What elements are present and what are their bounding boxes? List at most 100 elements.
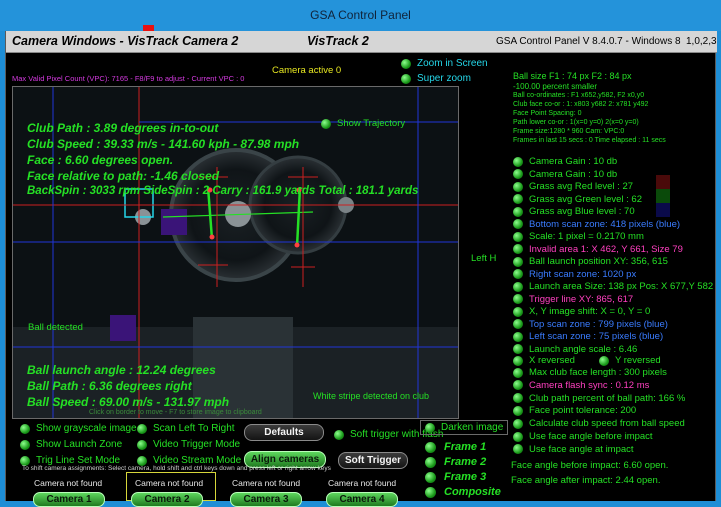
- left-h-label: Left H: [471, 253, 497, 264]
- setting-item[interactable]: Ball launch position XY: 356, 615: [513, 256, 668, 267]
- super-zoom-label: Super zoom: [417, 73, 471, 84]
- camera-active-status: Camera active 0: [272, 65, 342, 76]
- setting-item[interactable]: Launch area Size: 138 px Pos: X 677,Y 58…: [513, 281, 713, 292]
- setting-item[interactable]: Grass avg Green level : 62: [513, 194, 642, 205]
- blue-swatch: [656, 203, 670, 217]
- ball-size-info: Ball size F1 : 74 px F2 : 84 px: [513, 71, 632, 81]
- setting-label: Launch angle scale : 6.46: [529, 343, 638, 355]
- face-point-spacing-info: Face Point Spacing: 0: [513, 110, 582, 117]
- video-trigger-mode-option[interactable]: Video Trigger Mode: [137, 439, 240, 450]
- setting-label: Ball launch position XY: 356, 615: [529, 256, 668, 267]
- ball-path-readout: Ball Path : 6.36 degrees right: [27, 379, 192, 393]
- show-trajectory-radio-icon: [321, 118, 331, 129]
- setting-radio-icon: [513, 269, 523, 279]
- vpc-status: Max Valid Pixel Count (VPC): 7165 - F8/F…: [12, 74, 245, 83]
- setting-item[interactable]: Left scan zone : 75 pixels (blue): [513, 331, 663, 342]
- show-grayscale-label: Show grayscale image: [36, 423, 137, 434]
- setting-item[interactable]: Grass avg Blue level : 70: [513, 206, 635, 217]
- camera-view[interactable]: Show Trajectory Club Path : 3.89 degrees…: [12, 86, 459, 419]
- setting-item[interactable]: Grass avg Red level : 27: [513, 181, 633, 192]
- show-grayscale-option[interactable]: Show grayscale image: [20, 423, 137, 434]
- club-path-readout: Club Path : 3.89 degrees in-to-out: [27, 121, 219, 135]
- y-reversed-radio-icon[interactable]: [598, 355, 609, 366]
- show-trajectory-label: Show Trajectory: [337, 118, 406, 129]
- setting-item[interactable]: Camera flash sync : 0.12 ms: [513, 380, 649, 391]
- setting-label: Use face angle before impact: [529, 431, 653, 442]
- setting-item[interactable]: Max club face length : 300 pixels: [513, 367, 667, 378]
- setting-radio-icon: [513, 244, 523, 254]
- ball-detected-label: Ball detected: [28, 322, 83, 333]
- camera-4-button[interactable]: Camera 4: [326, 492, 398, 507]
- setting-radio-icon: [513, 281, 523, 292]
- setting-item[interactable]: Launch angle scale : 6.46: [513, 344, 637, 355]
- camera-3-status: Camera not found: [232, 478, 301, 488]
- x-reversed-radio-icon: [513, 355, 523, 366]
- ball-speed-readout: Ball Speed : 69.00 m/s - 131.97 mph: [27, 395, 230, 409]
- setting-label: Invalid area 1: X 462, Y 661, Size 79: [529, 243, 683, 255]
- zoom-in-screen-label: Zoom in Screen: [417, 58, 488, 69]
- setting-radio-icon: [513, 444, 523, 455]
- setting-label: Grass avg Green level : 62: [529, 193, 642, 205]
- frame-3-option[interactable]: Frame 3: [425, 471, 486, 483]
- setting-item[interactable]: Trigger line XY: 865, 617: [513, 294, 633, 305]
- y-reversed-label: Y reversed: [614, 355, 661, 366]
- setting-item[interactable]: Bottom scan zone: 418 pixels (blue): [513, 219, 680, 230]
- setting-label: Use face angle at impact: [529, 443, 634, 455]
- setting-radio-icon: [513, 206, 523, 217]
- red-swatch: [656, 175, 670, 189]
- setting-item[interactable]: Camera Gain : 10 db: [513, 156, 617, 167]
- setting-item[interactable]: Club path percent of ball path: 166 %: [513, 393, 685, 404]
- setting-label: Max club face length : 300 pixels: [529, 367, 667, 378]
- super-zoom-option[interactable]: Super zoom: [401, 73, 471, 84]
- video-stream-mode-radio-icon: [137, 455, 147, 466]
- setting-radio-icon: [513, 380, 523, 391]
- setting-item[interactable]: Right scan zone: 1020 px: [513, 269, 636, 280]
- show-launch-zone-option[interactable]: Show Launch Zone: [20, 439, 122, 450]
- composite-radio-icon: [425, 486, 436, 498]
- setting-radio-icon: [513, 156, 523, 167]
- setting-label: Right scan zone: 1020 px: [529, 268, 637, 280]
- setting-item[interactable]: Camera Gain : 10 db: [513, 169, 617, 180]
- setting-radio-icon: [513, 418, 523, 429]
- zoom-in-screen-radio-icon: [401, 58, 411, 69]
- setting-radio-icon: [513, 393, 523, 404]
- soft-trigger-button[interactable]: Soft Trigger: [338, 452, 408, 469]
- window-titlebar[interactable]: GSA Control Panel: [0, 0, 721, 36]
- setting-label: Face point tolerance: 200: [529, 405, 637, 417]
- setting-item[interactable]: Face point tolerance: 200: [513, 405, 636, 416]
- frame-1-label: Frame 1: [444, 441, 487, 453]
- ball-coordinates-info: Ball co-ordinates : F1 x652,y582, F2 x0,…: [513, 92, 645, 99]
- x-reversed-label: X reversed: [529, 355, 575, 366]
- frame-1-option[interactable]: Frame 1: [425, 441, 486, 453]
- composite-option[interactable]: Composite: [425, 486, 501, 498]
- zoom-in-screen-option[interactable]: Zoom in Screen: [401, 58, 488, 69]
- show-grayscale-radio-icon: [20, 423, 30, 434]
- setting-radio-icon: [513, 405, 523, 416]
- setting-item[interactable]: Top scan zone : 799 pixels (blue): [513, 319, 668, 330]
- show-trajectory-option[interactable]: Show Trajectory: [321, 118, 405, 129]
- setting-radio-icon: [513, 219, 523, 229]
- frame-2-option[interactable]: Frame 2: [425, 456, 486, 468]
- frame-size-info: Frame size:1280 * 960 Cam: VPC:0: [513, 128, 625, 135]
- trig-line-set-mode-radio-icon: [20, 455, 30, 466]
- setting-item[interactable]: Use face angle at impact: [513, 444, 634, 455]
- setting-item[interactable]: X, Y image shift: X = 0, Y = 0: [513, 306, 650, 317]
- setting-label: Camera Gain : 10 db: [529, 156, 618, 167]
- frames-elapsed-info: Frames in last 15 secs : 0 Time elapsed …: [513, 137, 666, 144]
- setting-item[interactable]: Scale: 1 pixel = 0.2170 mm: [513, 231, 644, 242]
- x-reversed-option[interactable]: X reversed Y reversed: [513, 355, 661, 366]
- club-speed-readout: Club Speed : 39.33 m/s - 141.60 kph - 87…: [27, 137, 300, 151]
- setting-item[interactable]: Calculate club speed from ball speed: [513, 418, 685, 429]
- white-stripe-label: White stripe detected on club: [313, 391, 430, 401]
- darken-image-option[interactable]: Darken image: [420, 420, 509, 435]
- scan-left-to-right-option[interactable]: Scan Left To Right: [137, 423, 235, 434]
- defaults-button[interactable]: Defaults: [244, 424, 324, 441]
- face-angle-after-readout: Face angle after impact: 2.44 open.: [511, 475, 661, 486]
- club-face-coordinates-info: Club face co-or : 1: x803 y682 2: x781 y…: [513, 101, 649, 108]
- camera-1-button[interactable]: Camera 1: [33, 492, 105, 507]
- setting-item[interactable]: Invalid area 1: X 462, Y 661, Size 79: [513, 244, 683, 255]
- camera-3-button[interactable]: Camera 3: [230, 492, 302, 507]
- setting-radio-icon: [513, 194, 523, 204]
- camera-2-button[interactable]: Camera 2: [131, 492, 203, 507]
- setting-item[interactable]: Use face angle before impact: [513, 431, 653, 442]
